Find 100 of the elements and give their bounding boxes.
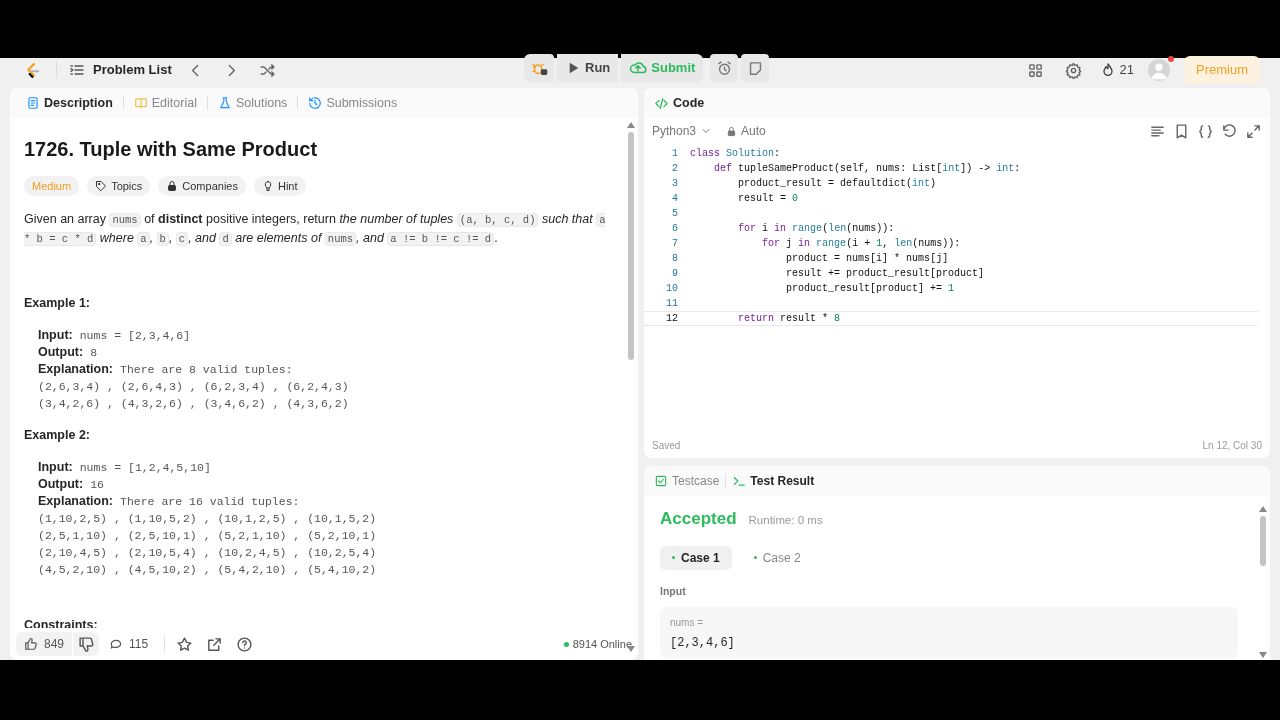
terminal-icon bbox=[732, 474, 747, 488]
example-value: (3,4,2,6) , (4,3,2,6) , (3,4,6,2) , (4,3,6,2) bbox=[38, 395, 349, 412]
document-icon bbox=[26, 96, 40, 110]
code-line: product_result[product] += 1 bbox=[786, 282, 955, 296]
comments-button[interactable]: 115 bbox=[99, 635, 159, 653]
expand-icon bbox=[1244, 122, 1262, 140]
line-number: 4 bbox=[671, 192, 679, 206]
line-number: 1 bbox=[671, 147, 679, 161]
line-number: 12 bbox=[665, 312, 679, 326]
braces-icon bbox=[1196, 122, 1214, 140]
example-value: (2,6,3,4) , (2,6,4,3) , (6,2,3,4) , (6,2,4,3) bbox=[38, 378, 349, 395]
settings-icon bbox=[1065, 61, 1082, 79]
code-icon bbox=[654, 95, 669, 111]
example-label: Output: bbox=[38, 343, 84, 361]
example-label: Explanation: bbox=[38, 360, 113, 378]
example-label: Input: bbox=[38, 326, 73, 344]
example-label: Output: bbox=[38, 475, 84, 493]
case-tab[interactable]: Case 2 bbox=[741, 545, 813, 570]
code-line: result = 0 bbox=[738, 192, 799, 206]
comment-icon bbox=[109, 637, 124, 651]
undo-icon bbox=[1220, 122, 1238, 140]
example-label: Input: bbox=[38, 458, 73, 476]
example-heading: Example 2: bbox=[24, 426, 91, 444]
line-number: 11 bbox=[665, 297, 679, 311]
constraints-heading: Constraints: bbox=[24, 616, 99, 628]
parameter-value: [2,3,4,6] bbox=[670, 635, 736, 653]
notes-button[interactable] bbox=[741, 54, 770, 82]
star-icon bbox=[175, 635, 193, 653]
tab[interactable]: Test Result bbox=[732, 472, 815, 490]
example-value: nums = [1,2,4,5,10] bbox=[79, 459, 211, 476]
tag-button[interactable]: Hint bbox=[253, 176, 306, 196]
timer-button[interactable] bbox=[710, 54, 739, 82]
line-number: 6 bbox=[671, 222, 679, 236]
example-value: nums = [2,3,4,6] bbox=[79, 327, 191, 344]
streak-counter[interactable]: 21 bbox=[1099, 60, 1134, 80]
run-button[interactable]: Run bbox=[557, 54, 619, 82]
example-value: There are 16 valid tuples: bbox=[120, 493, 300, 510]
parameter-name: nums = bbox=[670, 616, 705, 631]
runtime-label: Runtime: 0 ms bbox=[748, 513, 823, 528]
save-status: Saved bbox=[652, 438, 681, 453]
checkbox-icon bbox=[654, 474, 668, 488]
tag-button[interactable]: Companies bbox=[158, 176, 246, 196]
tab[interactable]: Editorial bbox=[129, 93, 201, 113]
problem-statement: Given an array nums of distinct positive integers, return the number of tuples (a, b, c, d) such that a * b = c * d where a , b , c , and d are elements of nums , and a != b != c != d . bbox=[24, 211, 607, 248]
code-tab[interactable]: Code bbox=[654, 93, 705, 113]
line-number: 3 bbox=[671, 177, 679, 191]
code-line: result += product_result[product] bbox=[786, 267, 985, 281]
tab[interactable]: Submissions bbox=[304, 93, 402, 113]
thumbs-up-icon bbox=[24, 637, 38, 651]
scrollbar[interactable] bbox=[1258, 506, 1268, 658]
example-value: (2,10,4,5) , (2,10,5,4) , (10,2,4,5) , (10,2,5,4) bbox=[38, 544, 377, 561]
tab[interactable]: Solutions bbox=[213, 93, 292, 113]
cursor-position: Ln 12, Col 30 bbox=[1202, 438, 1262, 453]
code-line: for i in range(len(nums)): bbox=[738, 222, 895, 236]
code-line: product_result = defaultdict(int) bbox=[738, 177, 937, 191]
online-count: 8914 Online bbox=[572, 636, 632, 652]
code-line: def tupleSameProduct(self, nums: List[int]) -> int: bbox=[714, 162, 1021, 176]
tag-button[interactable]: Topics bbox=[87, 176, 151, 196]
line-number: 7 bbox=[671, 237, 679, 251]
flask-icon bbox=[217, 96, 232, 110]
shuffle-icon bbox=[259, 61, 277, 79]
thumbs-down-icon bbox=[77, 635, 95, 653]
help-icon bbox=[235, 635, 253, 653]
problem-title: 1726. Tuple with Same Product bbox=[24, 137, 319, 162]
grid-icon bbox=[1027, 61, 1044, 79]
code-line: product = nums[i] * nums[j] bbox=[786, 252, 949, 266]
tab[interactable]: Testcase bbox=[654, 472, 720, 490]
line-number: 2 bbox=[671, 162, 679, 176]
example-value: 8 bbox=[90, 344, 98, 361]
mode-label: Auto bbox=[741, 123, 766, 140]
code-line: for j in range(i + 1, len(nums)): bbox=[762, 237, 961, 251]
result-status: Accepted bbox=[660, 508, 737, 530]
share-icon bbox=[205, 635, 223, 653]
input-heading: Input bbox=[660, 583, 687, 599]
example-heading: Example 1: bbox=[24, 295, 91, 312]
difficulty-badge: Medium bbox=[24, 176, 80, 196]
alarm-clock-icon bbox=[715, 59, 733, 77]
tag-icon bbox=[95, 180, 108, 192]
lock-icon bbox=[166, 180, 179, 192]
example-value: (4,5,2,10) , (4,5,10,2) , (5,4,2,10) , (5,4,10,2) bbox=[38, 561, 377, 578]
example-label: Explanation: bbox=[38, 492, 113, 510]
example-value: There are 8 valid tuples: bbox=[120, 361, 293, 378]
list-icon bbox=[69, 62, 85, 78]
book-icon bbox=[133, 96, 148, 110]
example-value: (1,10,2,5) , (1,10,5,2) , (10,1,2,5) , (10,1,5,2) bbox=[38, 510, 377, 527]
case-tab[interactable]: Case 1 bbox=[660, 545, 732, 570]
history-icon bbox=[308, 96, 323, 110]
line-number: 5 bbox=[671, 207, 679, 221]
code-line: return result * 8 bbox=[738, 312, 841, 326]
line-number: 8 bbox=[671, 252, 679, 266]
line-number: 10 bbox=[665, 282, 679, 296]
tab[interactable]: Description bbox=[22, 93, 117, 113]
example-value: (2,5,1,10) , (2,5,10,1) , (5,2,1,10) , (5,2,10,1) bbox=[38, 527, 377, 544]
debug-button[interactable] bbox=[524, 54, 554, 82]
line-number: 9 bbox=[671, 267, 679, 281]
example-value: 16 bbox=[90, 476, 104, 493]
code-line: class Solution: bbox=[690, 147, 781, 161]
language-dropdown[interactable]: Python3 bbox=[650, 122, 715, 140]
problem-list-button[interactable]: Problem List bbox=[69, 60, 172, 80]
lock-icon bbox=[726, 125, 738, 137]
